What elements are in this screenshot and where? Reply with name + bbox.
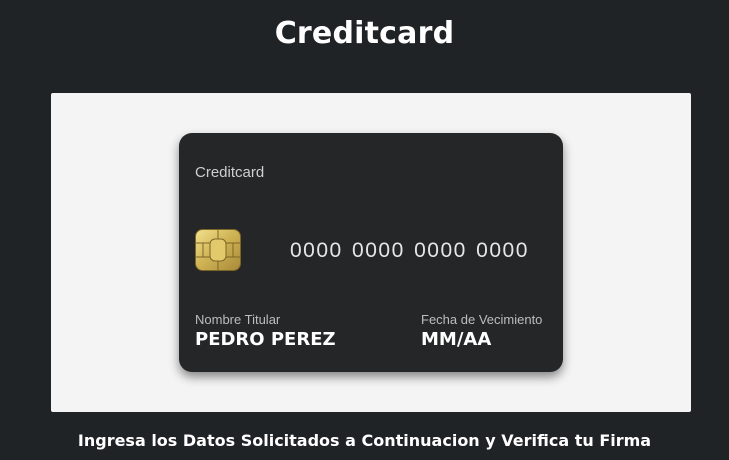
card-brand: Creditcard: [195, 164, 265, 181]
expiry-value: MM/AA: [421, 329, 492, 350]
card-preview-panel: Creditcard 0000 0000 0000 0000 Nombre Ti…: [51, 93, 691, 412]
credit-card: Creditcard 0000 0000 0000 0000 Nombre Ti…: [179, 133, 563, 372]
holder-name: PEDRO PEREZ: [195, 329, 336, 350]
expiry-label: Fecha de Vecimiento: [421, 312, 543, 327]
instructions-text: Ingresa los Datos Solicitados a Continua…: [77, 431, 652, 450]
page-title: Creditcard: [274, 16, 455, 51]
holder-label: Nombre Titular: [195, 312, 281, 327]
chip-icon: [195, 229, 241, 271]
card-number: 0000 0000 0000 0000: [290, 239, 529, 262]
